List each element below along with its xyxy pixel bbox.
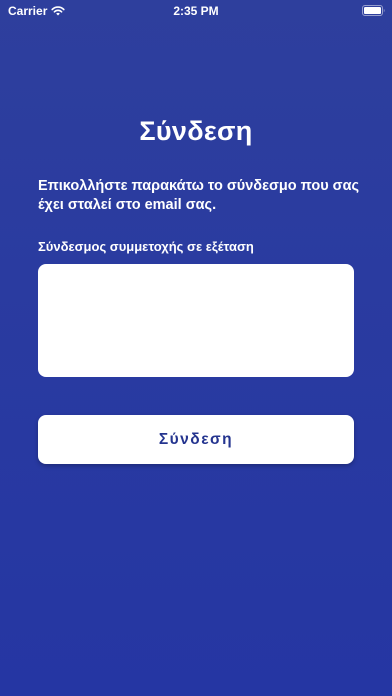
battery-icon — [362, 5, 385, 16]
status-bar: Carrier 2:35 PM — [0, 0, 392, 22]
status-time: 2:35 PM — [173, 4, 219, 18]
page-title: Σύνδεση — [139, 116, 253, 146]
login-button[interactable]: Σύνδεση — [38, 415, 354, 464]
exam-link-input[interactable] — [38, 264, 354, 377]
instructions-text: Επικολλήστε παρακάτω το σύνδεσμο που σας… — [38, 178, 360, 213]
exam-link-label: Σύνδεσμος συμμετοχής σε εξέταση — [38, 239, 254, 254]
